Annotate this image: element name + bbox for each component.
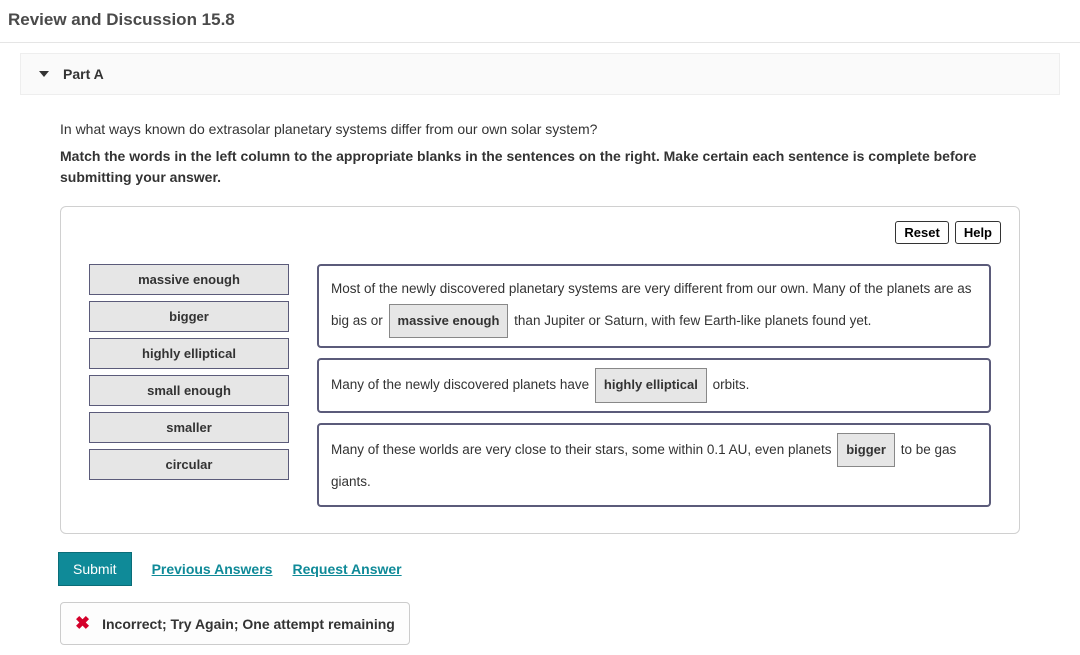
part-content: In what ways known do extrasolar planeta… (20, 119, 1060, 645)
word-chip[interactable]: smaller (89, 412, 289, 443)
request-answer-link[interactable]: Request Answer (292, 561, 401, 577)
part-header[interactable]: Part A (20, 53, 1060, 95)
caret-down-icon (39, 71, 49, 77)
reset-button[interactable]: Reset (895, 221, 948, 244)
submit-button[interactable]: Submit (58, 552, 132, 586)
word-chip[interactable]: highly elliptical (89, 338, 289, 369)
page-title: Review and Discussion 15.8 (0, 0, 1080, 42)
sentence-text: Many of the newly discovered planets hav… (331, 377, 593, 392)
match-area: massive enough bigger highly elliptical … (79, 264, 1001, 507)
previous-answers-link[interactable]: Previous Answers (152, 561, 273, 577)
question-prompt: In what ways known do extrasolar planeta… (60, 119, 1020, 140)
dropped-chip[interactable]: highly elliptical (595, 368, 707, 403)
incorrect-icon: ✖ (75, 613, 90, 634)
action-row: Submit Previous Answers Request Answer (58, 552, 1020, 586)
word-chip[interactable]: small enough (89, 375, 289, 406)
dropped-chip[interactable]: massive enough (389, 304, 509, 339)
word-chip[interactable]: bigger (89, 301, 289, 332)
sentence-target[interactable]: Many of the newly discovered planets hav… (317, 358, 991, 413)
sentence-text: Many of these worlds are very close to t… (331, 442, 835, 457)
work-area: Reset Help massive enough bigger highly … (60, 206, 1020, 534)
sentence-target[interactable]: Most of the newly discovered planetary s… (317, 264, 991, 348)
word-bank: massive enough bigger highly elliptical … (89, 264, 289, 480)
help-button[interactable]: Help (955, 221, 1001, 244)
sentence-text: than Jupiter or Saturn, with few Earth-l… (514, 313, 871, 328)
feedback-box: ✖ Incorrect; Try Again; One attempt rema… (60, 602, 410, 645)
word-chip[interactable]: circular (89, 449, 289, 480)
question-section: Part A In what ways known do extrasolar … (0, 43, 1080, 655)
dropped-chip[interactable]: bigger (837, 433, 895, 468)
sentence-target[interactable]: Many of these worlds are very close to t… (317, 423, 991, 507)
question-instruction: Match the words in the left column to th… (60, 146, 1020, 188)
sentence-targets: Most of the newly discovered planetary s… (317, 264, 991, 507)
word-chip[interactable]: massive enough (89, 264, 289, 295)
part-label: Part A (63, 66, 104, 82)
control-bar: Reset Help (79, 221, 1001, 244)
sentence-text: orbits. (713, 377, 750, 392)
feedback-text: Incorrect; Try Again; One attempt remain… (102, 616, 395, 632)
